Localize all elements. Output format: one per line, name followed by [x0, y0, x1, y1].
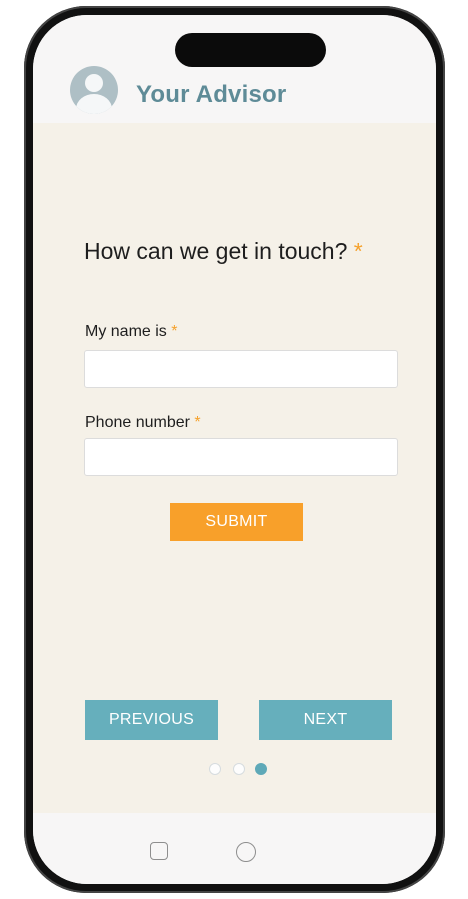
- required-marker: *: [353, 238, 363, 264]
- required-marker: *: [171, 323, 178, 340]
- page-dot-1[interactable]: [209, 763, 221, 775]
- submit-button[interactable]: SUBMIT: [170, 503, 303, 541]
- phone-frame: Your Advisor How can we get in touch? * …: [24, 6, 445, 893]
- page-dot-3[interactable]: [255, 763, 267, 775]
- avatar-head: [85, 74, 103, 92]
- recent-apps-square-icon[interactable]: [150, 842, 168, 860]
- phone-label: Phone number *: [85, 414, 201, 432]
- name-label-text: My name is: [85, 323, 167, 340]
- page-dot-2[interactable]: [233, 763, 245, 775]
- user-avatar-icon[interactable]: [70, 66, 118, 114]
- phone-label-text: Phone number: [85, 414, 190, 431]
- phone-input[interactable]: [84, 438, 398, 476]
- form-panel: How can we get in touch? * My name is * …: [33, 123, 436, 813]
- brand-title: Your Advisor: [136, 81, 287, 108]
- device-nav-bar: [33, 813, 436, 884]
- name-label: My name is *: [85, 323, 177, 341]
- form-question: How can we get in touch? *: [84, 238, 363, 265]
- phone-screen: Your Advisor How can we get in touch? * …: [33, 15, 436, 884]
- name-input[interactable]: [84, 350, 398, 388]
- previous-button[interactable]: PREVIOUS: [85, 700, 218, 740]
- question-text: How can we get in touch?: [84, 238, 348, 264]
- app-header: Your Advisor: [33, 15, 436, 123]
- camera-notch: [175, 33, 326, 67]
- required-marker: *: [194, 414, 201, 431]
- home-circle-icon[interactable]: [236, 842, 256, 862]
- next-button[interactable]: NEXT: [259, 700, 392, 740]
- avatar-body: [76, 94, 112, 114]
